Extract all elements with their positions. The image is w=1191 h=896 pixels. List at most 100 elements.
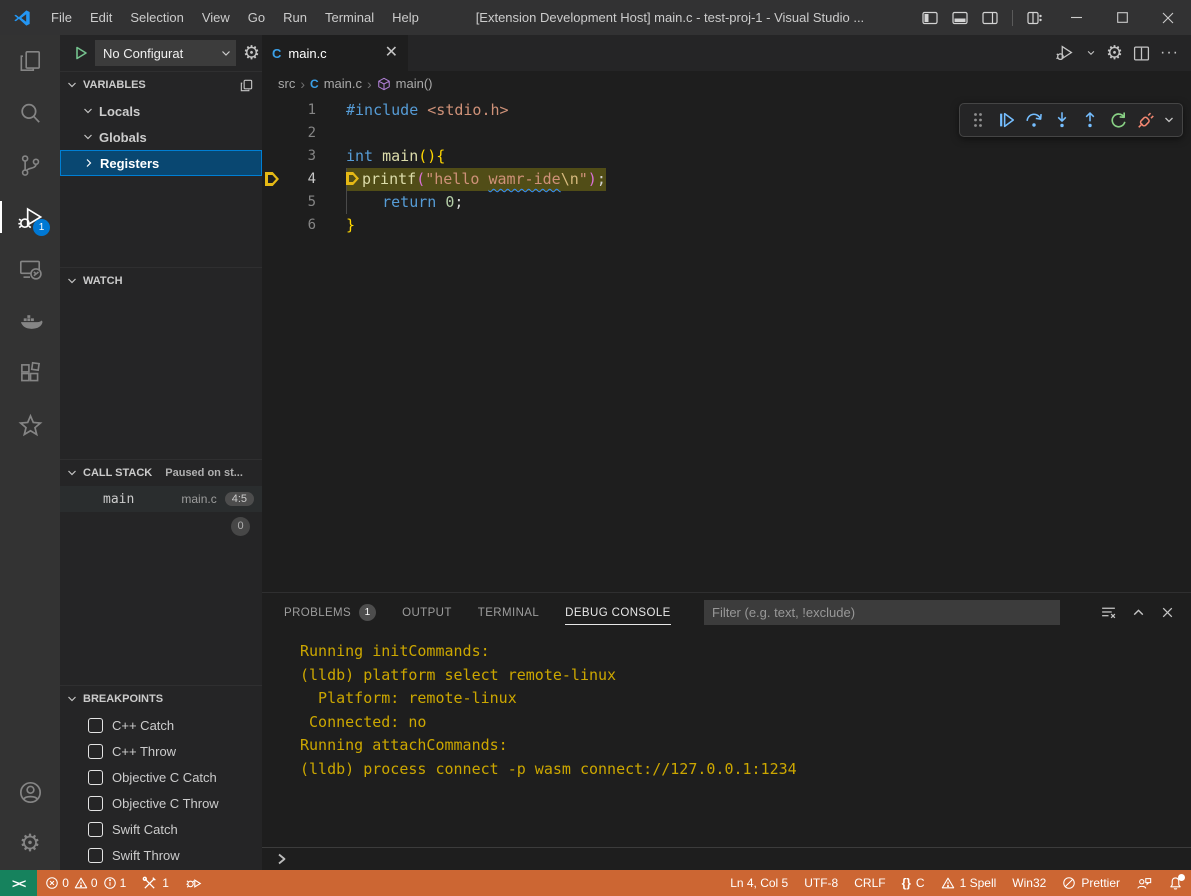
debug-configuration-select[interactable]: No Configurat: [95, 40, 236, 66]
menu-edit[interactable]: Edit: [81, 0, 121, 35]
breakpoint-checkbox[interactable]: [88, 770, 103, 785]
step-into-icon[interactable]: [1048, 107, 1075, 134]
code-editor[interactable]: 1#include <stdio.h>23int main(){4printf(…: [262, 96, 1191, 592]
platform-status[interactable]: Win32: [1004, 870, 1054, 896]
more-actions-icon[interactable]: ···: [1160, 44, 1179, 62]
breakpoint-gutter[interactable]: [262, 214, 282, 237]
run-or-debug-icon[interactable]: [1054, 43, 1076, 63]
restart-icon[interactable]: [1104, 107, 1131, 134]
toggle-panel-icon[interactable]: [952, 10, 968, 26]
tab-main-c[interactable]: C main.c ✕: [262, 35, 408, 71]
line-number[interactable]: 3: [282, 145, 316, 168]
tab-terminal[interactable]: TERMINAL: [478, 593, 539, 632]
minimize-button[interactable]: [1053, 0, 1099, 35]
problems-status[interactable]: 0 0 1: [37, 870, 134, 896]
tab-problems[interactable]: PROBLEMS 1: [284, 593, 376, 632]
copy-value-icon[interactable]: [239, 78, 254, 93]
maximize-button[interactable]: [1099, 0, 1145, 35]
step-out-icon[interactable]: [1076, 107, 1103, 134]
tab-output[interactable]: OUTPUT: [402, 593, 452, 632]
eol-status[interactable]: CRLF: [846, 870, 893, 896]
breakpoint-gutter[interactable]: [262, 122, 282, 145]
continue-icon[interactable]: [992, 107, 1019, 134]
encoding-status[interactable]: UTF-8: [796, 870, 846, 896]
breakpoint-gutter[interactable]: [262, 99, 282, 122]
line-number[interactable]: 4: [282, 168, 316, 191]
search-icon[interactable]: [0, 87, 60, 139]
language-mode[interactable]: {} C: [894, 870, 933, 896]
notifications-status[interactable]: [1160, 870, 1191, 896]
breakpoint-gutter[interactable]: [262, 145, 282, 168]
breakpoint-checkbox[interactable]: [88, 822, 103, 837]
close-panel-icon[interactable]: [1160, 605, 1175, 620]
settings-gear-icon[interactable]: ⚙: [0, 818, 60, 870]
debug-session-chevron-icon[interactable]: [1160, 107, 1178, 134]
customize-layout-icon[interactable]: [1027, 10, 1043, 26]
console-filter-input[interactable]: [704, 600, 1060, 625]
breakpoint-gutter[interactable]: [262, 168, 282, 191]
maximize-panel-chevron-icon[interactable]: [1131, 605, 1146, 620]
menu-selection[interactable]: Selection: [121, 0, 192, 35]
breakpoint-checkbox[interactable]: [88, 744, 103, 759]
variables-scope-registers[interactable]: Registers: [60, 150, 262, 176]
account-icon[interactable]: [0, 766, 60, 818]
variables-scope-globals[interactable]: Globals: [60, 124, 262, 150]
close-tab-icon[interactable]: ✕: [385, 45, 398, 61]
variables-scope-locals[interactable]: Locals: [60, 98, 262, 124]
breakpoint-checkbox[interactable]: [88, 718, 103, 733]
menu-file[interactable]: File: [42, 0, 81, 35]
toolbar-drag-grip[interactable]: [964, 107, 991, 134]
spell-checker-status[interactable]: 1 Spell: [933, 870, 1005, 896]
toggle-secondary-sidebar-icon[interactable]: [982, 10, 998, 26]
disconnect-icon[interactable]: [1132, 107, 1159, 134]
chevron-down-icon[interactable]: [1086, 48, 1096, 58]
variables-header[interactable]: VARIABLES: [60, 72, 262, 98]
code-line[interactable]: 4printf("hello wamr-ide\n");: [262, 168, 1191, 191]
run-and-debug-icon[interactable]: 1: [0, 191, 60, 243]
source-control-icon[interactable]: [0, 139, 60, 191]
breakpoint-checkbox[interactable]: [88, 796, 103, 811]
menu-help[interactable]: Help: [383, 0, 428, 35]
toolchain-status[interactable]: 1: [134, 870, 177, 896]
breadcrumb-symbol[interactable]: main(): [396, 76, 433, 91]
call-stack-header[interactable]: CALL STACK Paused on st...: [60, 460, 262, 486]
stack-frame-row[interactable]: main main.c 4:5: [60, 486, 262, 512]
split-editor-icon[interactable]: [1133, 45, 1150, 62]
line-number[interactable]: 5: [282, 191, 316, 214]
breakpoint-checkbox[interactable]: [88, 848, 103, 863]
start-debug-icon[interactable]: [74, 46, 88, 60]
breadcrumb-file[interactable]: main.c: [324, 76, 362, 91]
line-number[interactable]: 2: [282, 122, 316, 145]
docker-icon[interactable]: [0, 295, 60, 347]
menu-terminal[interactable]: Terminal: [316, 0, 383, 35]
menu-go[interactable]: Go: [239, 0, 274, 35]
line-number[interactable]: 1: [282, 99, 316, 122]
debug-settings-gear-icon[interactable]: ⚙: [243, 44, 260, 63]
watch-header[interactable]: WATCH: [60, 268, 262, 294]
menu-view[interactable]: View: [193, 0, 239, 35]
code-line[interactable]: 6}: [262, 214, 1191, 237]
remote-explorer-icon[interactable]: [0, 243, 60, 295]
star-icon[interactable]: [0, 399, 60, 451]
editor-settings-gear-icon[interactable]: ⚙: [1106, 44, 1123, 63]
breadcrumb-folder[interactable]: src: [278, 76, 295, 91]
tab-debug-console[interactable]: DEBUG CONSOLE: [565, 593, 671, 632]
extensions-icon[interactable]: [0, 347, 60, 399]
cursor-position[interactable]: Ln 4, Col 5: [722, 870, 796, 896]
breakpoints-header[interactable]: BREAKPOINTS: [60, 686, 262, 712]
line-number[interactable]: 6: [282, 214, 316, 237]
menu-run[interactable]: Run: [274, 0, 316, 35]
step-over-icon[interactable]: [1020, 107, 1047, 134]
debug-status[interactable]: [177, 870, 210, 896]
toggle-sidebar-icon[interactable]: [922, 10, 938, 26]
feedback-status[interactable]: [1128, 870, 1160, 896]
explorer-icon[interactable]: [0, 35, 60, 87]
breakpoint-gutter[interactable]: [262, 191, 282, 214]
code-line[interactable]: 3int main(){: [262, 145, 1191, 168]
formatter-status[interactable]: Prettier: [1054, 870, 1128, 896]
close-window-button[interactable]: [1145, 0, 1191, 35]
code-line[interactable]: 5 return 0;: [262, 191, 1191, 214]
debug-console-input[interactable]: [262, 847, 1191, 870]
remote-indicator[interactable]: ><: [0, 870, 37, 896]
clear-console-icon[interactable]: [1100, 604, 1117, 621]
